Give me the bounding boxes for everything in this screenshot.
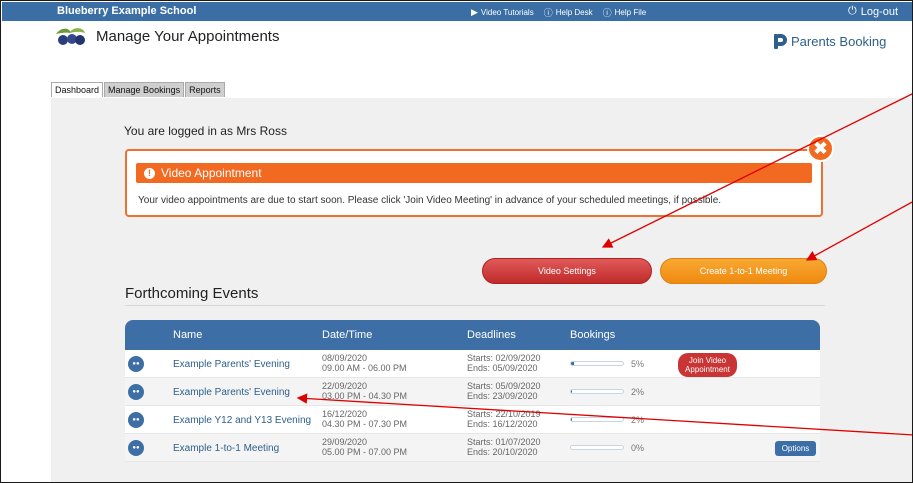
alert-icon: ! <box>144 167 155 179</box>
bookings-progress-bar <box>570 445 624 450</box>
logged-in-text: You are logged in as Mrs Ross <box>124 124 287 138</box>
parents-booking-logo-icon <box>774 34 787 49</box>
bookings-percent: 2% <box>631 387 645 397</box>
column-header-name: Name <box>173 329 203 341</box>
power-icon: ⏻ <box>848 5 857 17</box>
event-datetime: 29/09/2020 05.00 PM - 07.00 PM <box>322 437 408 457</box>
table-row: ●● Example Parents' Evening 08/09/2020 09… <box>125 350 820 378</box>
help-file-link[interactable]: ⓘ Help File <box>603 6 647 19</box>
event-datetime: 08/09/2020 09.00 AM - 06.00 PM <box>322 353 407 373</box>
events-table: Name Date/Time Deadlines Bookings ●● Exa… <box>125 320 820 462</box>
logout-link[interactable]: ⏻ Log-out <box>848 5 898 18</box>
alert-header: ! Video Appointment <box>136 163 812 183</box>
parents-group-icon: ●● <box>128 384 144 400</box>
tab-dashboard[interactable]: Dashboard <box>51 82 104 97</box>
section-title: Forthcoming Events <box>125 285 259 302</box>
parents-booking-brand: Parents Booking <box>773 33 886 50</box>
column-header-bookings: Bookings <box>570 329 616 341</box>
tab-reports[interactable]: Reports <box>185 82 225 97</box>
parents-group-icon: ●● <box>128 440 144 456</box>
bookings-percent: 0% <box>631 443 645 453</box>
page-title: Manage Your Appointments <box>96 28 280 45</box>
options-button[interactable]: Options <box>775 441 816 456</box>
bookings-progress-bar <box>570 417 624 422</box>
event-datetime: 16/12/2020 04.30 PM - 07.30 PM <box>322 409 408 429</box>
event-deadlines: Starts: 02/09/2020 Ends: 05/09/2020 <box>467 353 541 373</box>
column-header-datetime: Date/Time <box>322 329 373 341</box>
event-deadlines: Starts: 01/07/2020 Ends: 20/10/2020 <box>467 437 541 457</box>
app-frame: Blueberry Example School ▶ Video Tutorial… <box>0 0 913 483</box>
event-name-link[interactable]: Example Parents' Evening <box>173 387 290 398</box>
join-video-appointment-button[interactable]: Join Video Appointment <box>678 353 737 377</box>
alert-body: Your video appointments are due to start… <box>138 195 722 206</box>
event-deadlines: Starts: 22/10/2019 Ends: 16/12/2020 <box>467 409 541 429</box>
tab-bar: Dashboard Manage Bookings Reports <box>51 82 225 97</box>
video-tutorials-link[interactable]: ▶ Video Tutorials <box>471 7 534 18</box>
bookings-progress-bar <box>570 361 624 366</box>
close-icon[interactable]: ✖ <box>807 135 834 162</box>
alert-title: Video Appointment <box>161 166 262 180</box>
event-name-link[interactable]: Example Parents' Evening <box>173 359 290 370</box>
bookings-progress-bar <box>570 389 624 394</box>
top-bar: Blueberry Example School ▶ Video Tutorial… <box>2 2 912 21</box>
help-icon: ⓘ <box>543 8 553 18</box>
video-camera-icon: ▶ <box>471 7 478 17</box>
tab-manage-bookings[interactable]: Manage Bookings <box>104 82 185 97</box>
help-icon: ⓘ <box>602 8 612 18</box>
top-links: ▶ Video Tutorials ⓘ Help Desk ⓘ Help File <box>471 6 646 19</box>
table-row: ●● Example Parents' Evening 22/09/2020 03… <box>125 378 820 406</box>
event-name-link[interactable]: Example 1-to-1 Meeting <box>173 443 279 454</box>
divider <box>125 305 825 306</box>
table-header: Name Date/Time Deadlines Bookings <box>125 320 820 350</box>
parents-group-icon: ●● <box>128 412 144 428</box>
event-deadlines: Starts: 05/09/2020 Ends: 23/09/2020 <box>467 381 541 401</box>
bookings-percent: 2% <box>631 415 645 425</box>
video-settings-button[interactable]: Video Settings <box>482 258 652 284</box>
create-meeting-button[interactable]: Create 1-to-1 Meeting <box>660 258 827 284</box>
parents-group-icon: ●● <box>128 356 144 372</box>
school-logo-icon <box>56 28 85 45</box>
column-header-deadlines: Deadlines <box>467 329 516 341</box>
table-row: ●● Example Y12 and Y13 Evening 16/12/202… <box>125 406 820 434</box>
event-name-link[interactable]: Example Y12 and Y13 Evening <box>173 415 311 426</box>
bookings-percent: 5% <box>631 359 645 369</box>
event-datetime: 22/09/2020 03.00 PM - 04.30 PM <box>322 381 408 401</box>
table-row: ●● Example 1-to-1 Meeting 29/09/2020 05.0… <box>125 434 820 462</box>
school-name: Blueberry Example School <box>57 5 197 17</box>
help-desk-link[interactable]: ⓘ Help Desk <box>544 6 593 19</box>
video-appointment-alert: ! Video Appointment Your video appointme… <box>125 149 823 217</box>
